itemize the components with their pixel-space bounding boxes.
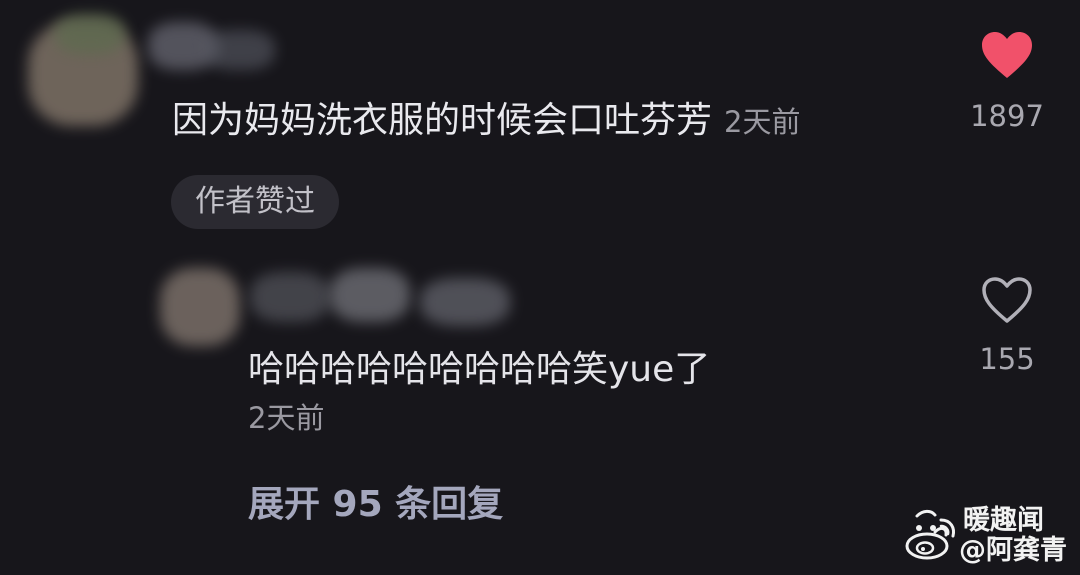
reply-like-button[interactable]: 155 <box>947 275 1067 377</box>
comment-body: 因为妈妈洗衣服的时候会口吐芬芳 <box>172 100 713 141</box>
watermark-handle: @阿龚青 <box>959 535 1067 566</box>
weibo-icon <box>905 509 955 560</box>
watermark-title: 暖趣闻 <box>963 505 1044 536</box>
author-liked-badge: 作者赞过 <box>171 175 339 229</box>
heart-outline-icon <box>982 277 1032 323</box>
heart-filled-icon <box>982 32 1032 78</box>
comment-text: 因为妈妈洗衣服的时候会口吐芬芳 2天前 <box>172 96 800 147</box>
reply-text: 哈哈哈哈哈哈哈哈哈笑yue了 <box>248 349 711 390</box>
expand-replies-link[interactable]: 展开 95 条回复 <box>248 480 503 530</box>
comment-like-count: 1897 <box>970 99 1044 133</box>
reply-timestamp: 2天前 <box>248 401 325 435</box>
reply-like-count: 155 <box>979 342 1035 376</box>
comment-timestamp: 2天前 <box>724 105 801 139</box>
comment-like-button[interactable]: 1897 <box>947 30 1067 134</box>
